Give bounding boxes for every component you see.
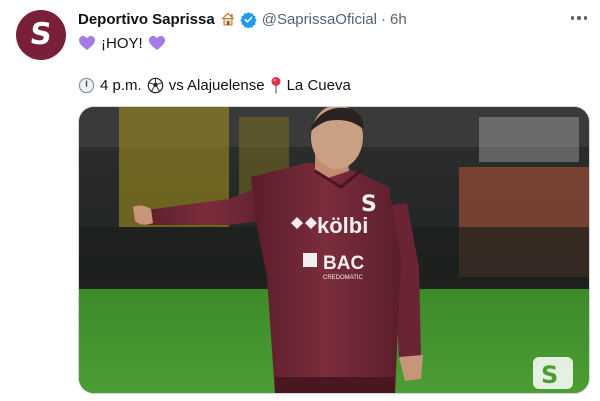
display-name[interactable]: Deportivo Saprissa: [78, 11, 215, 28]
soccer-ball-icon: [147, 77, 164, 94]
media-photo[interactable]: S kölbi BAC CREDOMATIC S: [78, 106, 590, 394]
separator-dot: ·: [380, 10, 386, 28]
player-photo: S kölbi BAC CREDOMATIC S: [79, 107, 589, 393]
house-icon: [220, 11, 236, 27]
clock-icon: [78, 77, 95, 94]
pin-icon: [270, 76, 282, 94]
jersey-sponsor-bac: BAC: [323, 253, 364, 274]
timestamp[interactable]: 6h: [390, 11, 407, 28]
tweet-text-hoy: ¡HOY!: [101, 34, 143, 52]
more-icon[interactable]: [565, 10, 593, 26]
avatar-logo-letter: S: [28, 17, 54, 52]
tweet-text-line-2: 4 p.m. vs Alajuelense La Cueva: [78, 75, 351, 95]
tweet-header: Deportivo Saprissa @SaprissaOficial · 6h: [78, 9, 407, 29]
verified-icon: [240, 11, 257, 28]
opponent-text: vs Alajuelense: [168, 76, 265, 94]
jersey-sponsor-bac-sub: CREDOMATIC: [323, 275, 364, 281]
watermark-logo: S: [541, 361, 558, 389]
tweet-text-line-1: ¡HOY!: [78, 33, 166, 53]
tweet[interactable]: S Deportivo Saprissa @SaprissaOficial · …: [0, 0, 600, 401]
match-time: 4 p.m.: [100, 76, 142, 94]
jersey-sponsor-kolbi: kölbi: [317, 213, 368, 238]
avatar[interactable]: S: [16, 10, 66, 60]
purple-heart-icon: [78, 35, 96, 51]
purple-heart-icon: [148, 35, 166, 51]
handle[interactable]: @SaprissaOficial: [262, 11, 377, 28]
venue-text: La Cueva: [286, 76, 351, 94]
